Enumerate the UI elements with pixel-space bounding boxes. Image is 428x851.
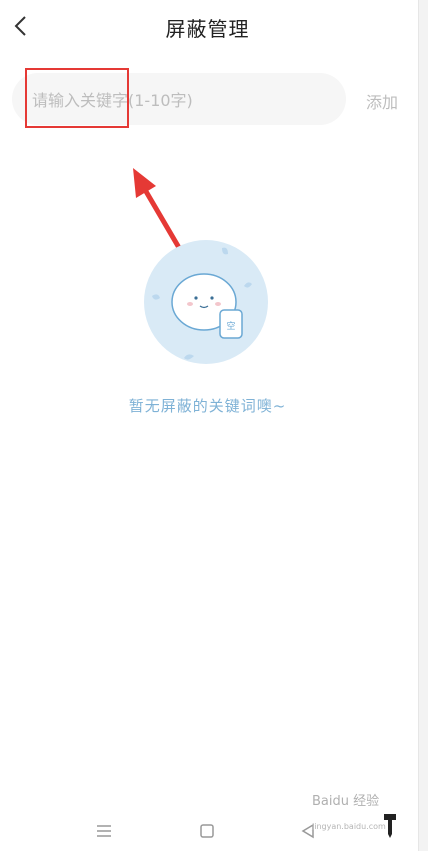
pen-icon: [384, 814, 396, 838]
empty-state-message: 暂无屏蔽的关键词噢~: [128, 397, 287, 415]
menu-icon[interactable]: [96, 824, 112, 838]
system-navbar: [0, 812, 428, 851]
annotation-highlight-box: [25, 68, 129, 128]
watermark-url: jingyan.baidu.com: [312, 822, 386, 831]
svg-text:空: 空: [226, 320, 235, 332]
home-square-icon[interactable]: [199, 823, 215, 839]
page-title: 屏蔽管理: [165, 17, 250, 41]
add-button[interactable]: 添加: [366, 89, 398, 113]
empty-box-mascot-icon: 空: [144, 240, 268, 364]
header: 屏蔽管理: [0, 0, 428, 56]
scroll-edge: [418, 0, 428, 851]
watermark-brand: Baidu 经验: [312, 794, 380, 809]
